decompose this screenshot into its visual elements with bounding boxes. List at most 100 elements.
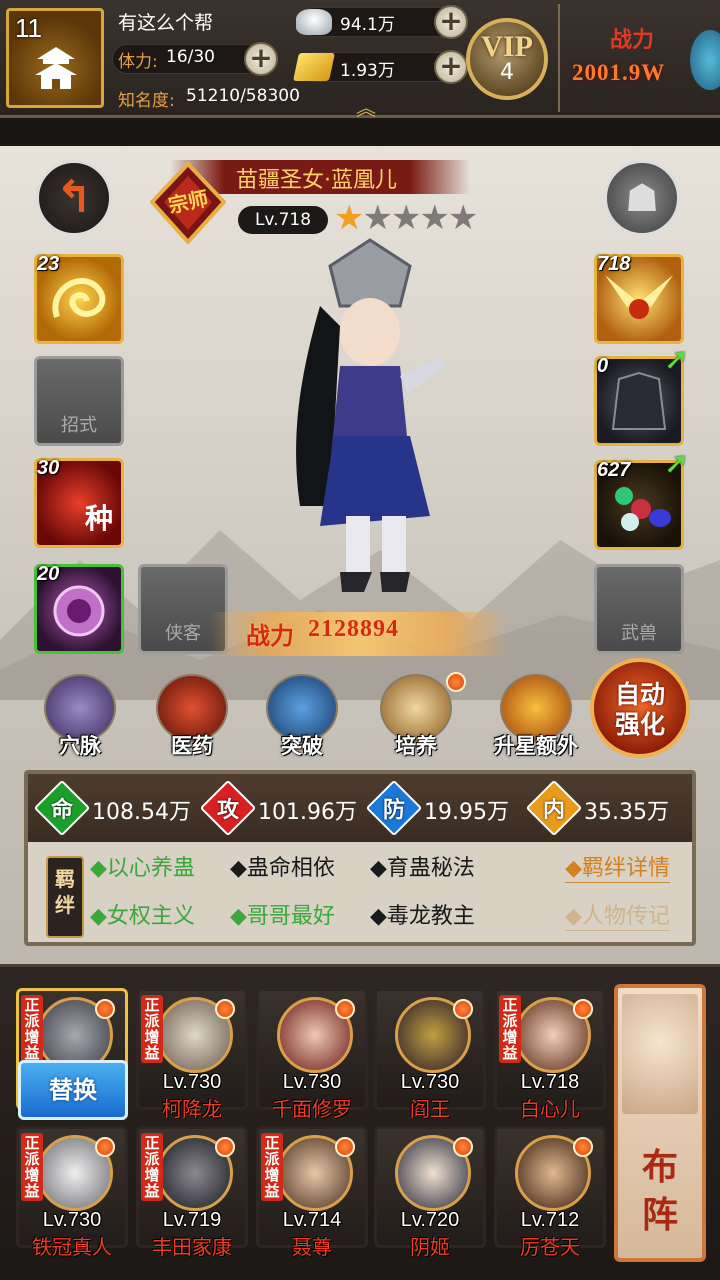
auto-label-line2: 强化 (614, 710, 665, 739)
beast-slot[interactable]: 武兽 (594, 564, 684, 654)
star-upgrade-button[interactable]: 升星额外 (486, 672, 586, 762)
back-button[interactable]: ↰ (36, 160, 112, 236)
team-card[interactable]: 正派增益 Lv.730 铁冠真人 (16, 1126, 128, 1259)
hero-power-value: 2128894 (308, 616, 399, 642)
card-level: Lv.730 (162, 1071, 222, 1093)
chevron-up-icon[interactable]: ︽ (346, 92, 386, 120)
card-name: 铁冠真人 (32, 1235, 112, 1259)
card-level: Lv.730 (42, 1209, 102, 1231)
medicine-button[interactable]: 医药 (146, 672, 238, 762)
team-card[interactable]: Lv.730 千面修罗 (256, 988, 368, 1121)
add-silver-button[interactable]: + (434, 5, 468, 39)
notification-dot (335, 999, 355, 1019)
auto-label-line1: 自动 (614, 680, 665, 709)
fish-mascot-icon[interactable] (690, 30, 720, 90)
cultivate-button[interactable]: 培养 (370, 672, 466, 762)
action-label: 突破 (281, 734, 323, 758)
bond-item: ◆育蛊秘法 (370, 856, 475, 881)
vip-text: VIP (481, 30, 533, 63)
team-card[interactable]: 正派增益 Lv.718 白心儿 (494, 988, 606, 1121)
replace-button[interactable]: 替换 (18, 1060, 128, 1120)
faction-tag: 正派增益 (21, 1133, 43, 1201)
stats-panel: 命 108.54万 攻 101.96万 防 19.95万 内 35.35万 羁 … (24, 770, 696, 946)
action-label: 医药 (171, 734, 213, 758)
gem-icon (615, 487, 633, 505)
biography-link[interactable]: ◆人物传记 (565, 898, 670, 931)
hero-power-label: 战力 (246, 624, 294, 650)
pagoda-icon (35, 47, 77, 89)
formation-button[interactable]: 布 阵 (614, 984, 706, 1262)
guild-badge[interactable]: 11 (6, 8, 104, 108)
notification-dot (215, 999, 235, 1019)
silver-ingot-icon (296, 9, 332, 35)
back-arrow-icon: ↰ (55, 172, 93, 223)
inner-power-value: 35.35万 (584, 800, 669, 825)
total-power-value: 2001.9W (572, 60, 666, 85)
bond-item: ◆女权主义 (90, 904, 195, 929)
wings-slot[interactable]: 718 (594, 253, 684, 344)
card-level: Lv.714 (282, 1209, 342, 1231)
add-gold-button[interactable]: + (434, 50, 468, 84)
star-icon-empty: ★ (419, 198, 450, 238)
orb-slot[interactable]: 20 (34, 563, 124, 654)
card-level: Lv.718 (520, 1071, 580, 1093)
team-card[interactable]: Lv.730 阎王 (374, 988, 486, 1121)
gold-value: 1.93万 (340, 61, 395, 81)
team-card[interactable]: Lv.712 厉苍天 (494, 1126, 606, 1259)
bond-item: ◆蛊命相依 (230, 856, 335, 881)
skill-slot-gold[interactable]: 23 (34, 253, 124, 344)
slot-count: 30 (37, 457, 60, 479)
action-label: 升星额外 (494, 734, 578, 758)
notification-dot (215, 1137, 235, 1157)
slot-count: 718 (597, 253, 631, 275)
guild-level: 11 (15, 13, 42, 43)
warrior-avatar-button[interactable]: ☗ (604, 160, 680, 236)
auto-enhance-button[interactable]: 自动 强化 (590, 658, 690, 758)
star-icon-filled: ★ (334, 198, 365, 238)
team-card[interactable]: 正派增益 Lv.719 丰田家康 (136, 1126, 248, 1259)
gold-bar-icon (293, 53, 335, 81)
defense-value: 19.95万 (424, 800, 509, 825)
slot-count: 627 (597, 459, 631, 481)
vip-badge[interactable]: VIP 4 (466, 18, 548, 100)
slot-label: 武兽 (621, 623, 657, 644)
card-level: Lv.720 (400, 1209, 460, 1231)
faction-tag: 正派增益 (261, 1133, 283, 1201)
formation-art (622, 994, 698, 1114)
upgrade-arrow-icon: ➚ (664, 446, 690, 481)
hp-value: 108.54万 (92, 800, 191, 825)
attack-value: 101.96万 (258, 800, 357, 825)
slot-label: 招式 (61, 415, 97, 436)
star-icon-empty: ★ (362, 198, 393, 238)
card-level: Lv.730 (282, 1071, 342, 1093)
team-card[interactable]: 正派增益 Lv.714 聂尊 (256, 1126, 368, 1259)
upgrade-arrow-icon: ➚ (664, 342, 690, 377)
bond-details-link[interactable]: ◆羁绊详情 (565, 850, 670, 883)
notification-dot (335, 1137, 355, 1157)
notification-dot (573, 1137, 593, 1157)
slot-glyph: 种 (84, 502, 113, 535)
divider (558, 4, 560, 112)
faction-tag: 正派增益 (499, 995, 521, 1063)
bond-item: ◆以心养蛊 (90, 856, 195, 881)
card-name: 千面修罗 (272, 1097, 352, 1121)
star-rating: ★★★★★ (334, 198, 478, 238)
top-status-bar: 11 有这么个帮 体力: 16/30 + 知名度: 51210/58300 94… (0, 0, 720, 120)
team-card[interactable]: 正派增益 Lv.730 柯降龙 (136, 988, 248, 1121)
team-card[interactable]: Lv.720 阴姬 (374, 1126, 486, 1259)
skill-slot-empty[interactable]: 招式 (34, 356, 124, 446)
slot-count: 23 (37, 253, 60, 275)
vip-level: 4 (500, 60, 514, 85)
card-name: 阴姬 (410, 1235, 450, 1259)
add-stamina-button[interactable]: + (244, 42, 278, 76)
notification-dot (446, 672, 466, 692)
breakthrough-button[interactable]: 突破 (256, 672, 348, 762)
fame-label: 知名度: (118, 91, 175, 111)
meridian-button[interactable]: 穴脉 (34, 672, 126, 762)
action-label: 穴脉 (59, 734, 101, 758)
fame-value: 51210/58300 (186, 86, 300, 106)
faction-tag: 正派增益 (141, 995, 163, 1063)
card-level: Lv.712 (520, 1209, 580, 1231)
skill-slot-red[interactable]: 30 种 (34, 457, 124, 548)
notification-dot (453, 1137, 473, 1157)
